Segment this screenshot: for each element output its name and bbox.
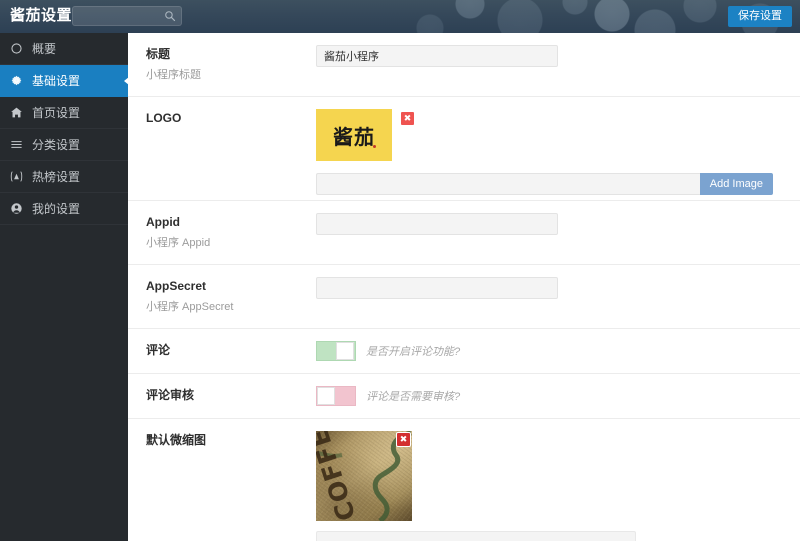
field-label: 评论: [146, 341, 316, 359]
search-box[interactable]: [72, 6, 182, 26]
form-row-appsecret: AppSecret 小程序 AppSecret: [128, 265, 800, 329]
sidebar-nav: 概要 基础设置 首页设置: [0, 33, 128, 541]
thumbnail-url-input[interactable]: [316, 531, 636, 541]
settings-form: 标题 小程序标题 LOGO 酱茄 ✖: [128, 33, 800, 541]
search-icon: [164, 10, 176, 22]
field-control: 酱茄 ✖ Add Image: [316, 109, 800, 188]
field-label-group: Appid 小程序 Appid: [128, 213, 316, 252]
logo-accent-dot: [373, 145, 376, 148]
sidebar-item-basic-settings[interactable]: 基础设置: [0, 65, 128, 97]
logo-delete-button[interactable]: ✖: [400, 111, 415, 126]
sidebar-item-my-settings[interactable]: 我的设置: [0, 193, 128, 225]
field-label: Appid: [146, 213, 316, 231]
title-input[interactable]: [316, 45, 558, 67]
save-settings-button[interactable]: 保存设置: [728, 6, 792, 27]
sidebar-item-overview[interactable]: 概要: [0, 33, 128, 65]
field-label: LOGO: [146, 109, 316, 127]
list-icon: [9, 137, 24, 152]
logo-preview: 酱茄 ✖: [316, 109, 392, 161]
sidebar-item-category-settings[interactable]: 分类设置: [0, 129, 128, 161]
field-label-group: AppSecret 小程序 AppSecret: [128, 277, 316, 316]
field-label-group: 默认微缩图: [128, 431, 316, 541]
circle-icon: [9, 41, 24, 56]
sidebar-item-label: 基础设置: [32, 72, 80, 89]
logo-url-group: Add Image: [316, 173, 773, 195]
field-label: 标题: [146, 45, 316, 63]
thumbnail-preview: COFFEE ✖: [316, 431, 412, 521]
app-window: 酱茄设置 保存设置 概要: [0, 0, 800, 541]
sidebar-item-hot-list-settings[interactable]: 热榜设置: [0, 161, 128, 193]
form-row-title: 标题 小程序标题: [128, 33, 800, 97]
comment-review-toggle-hint: 评论是否需要审核?: [366, 388, 460, 404]
page-title: 酱茄设置: [10, 6, 72, 26]
field-sublabel: 小程序标题: [146, 66, 316, 84]
field-label: 默认微缩图: [146, 431, 316, 449]
search-input[interactable]: [73, 8, 163, 26]
sidebar-item-home-settings[interactable]: 首页设置: [0, 97, 128, 129]
form-row-comment-review: 评论审核 评论是否需要审核?: [128, 374, 800, 419]
logo-url-input[interactable]: [316, 173, 700, 195]
toggle-knob: [317, 387, 335, 405]
logo-image-text: 酱茄: [333, 121, 375, 150]
gear-icon: [9, 73, 24, 88]
field-control: [316, 277, 800, 316]
sidebar-item-label: 热榜设置: [32, 168, 80, 185]
logo-image: 酱茄: [316, 109, 392, 161]
comment-toggle[interactable]: [316, 341, 356, 361]
field-sublabel: 小程序 Appid: [146, 234, 316, 252]
comment-review-toggle[interactable]: [316, 386, 356, 406]
appid-input[interactable]: [316, 213, 558, 235]
thumbnail-image: COFFEE ✖: [316, 431, 412, 521]
sidebar-item-label: 首页设置: [32, 104, 80, 121]
field-label: AppSecret: [146, 277, 316, 295]
field-control: 是否开启评论功能?: [316, 341, 800, 361]
field-label-group: LOGO: [128, 109, 316, 188]
comment-toggle-hint: 是否开启评论功能?: [366, 343, 460, 359]
field-control: COFFEE ✖: [316, 431, 800, 541]
toggle-knob: [336, 342, 354, 360]
thumbnail-delete-button[interactable]: ✖: [396, 432, 411, 447]
sidebar-item-label: 我的设置: [32, 200, 80, 217]
sidebar-item-label: 概要: [32, 40, 56, 57]
form-row-logo: LOGO 酱茄 ✖ Add Image: [128, 97, 800, 201]
form-row-default-thumbnail: 默认微缩图 COFFEE ✖: [128, 419, 800, 541]
field-control: [316, 213, 800, 252]
home-icon: [9, 105, 24, 120]
trending-icon: [9, 169, 24, 184]
sidebar-item-label: 分类设置: [32, 136, 80, 153]
user-icon: [9, 201, 24, 216]
field-control: [316, 45, 800, 84]
form-row-appid: Appid 小程序 Appid: [128, 201, 800, 265]
field-label: 评论审核: [146, 386, 316, 404]
field-label-group: 评论审核: [128, 386, 316, 406]
appsecret-input[interactable]: [316, 277, 558, 299]
top-header: 酱茄设置 保存设置: [0, 0, 800, 33]
field-control: 评论是否需要审核?: [316, 386, 800, 406]
field-sublabel: 小程序 AppSecret: [146, 298, 316, 316]
form-row-comment: 评论 是否开启评论功能?: [128, 329, 800, 374]
field-label-group: 评论: [128, 341, 316, 361]
field-label-group: 标题 小程序标题: [128, 45, 316, 84]
add-image-button[interactable]: Add Image: [700, 173, 773, 195]
